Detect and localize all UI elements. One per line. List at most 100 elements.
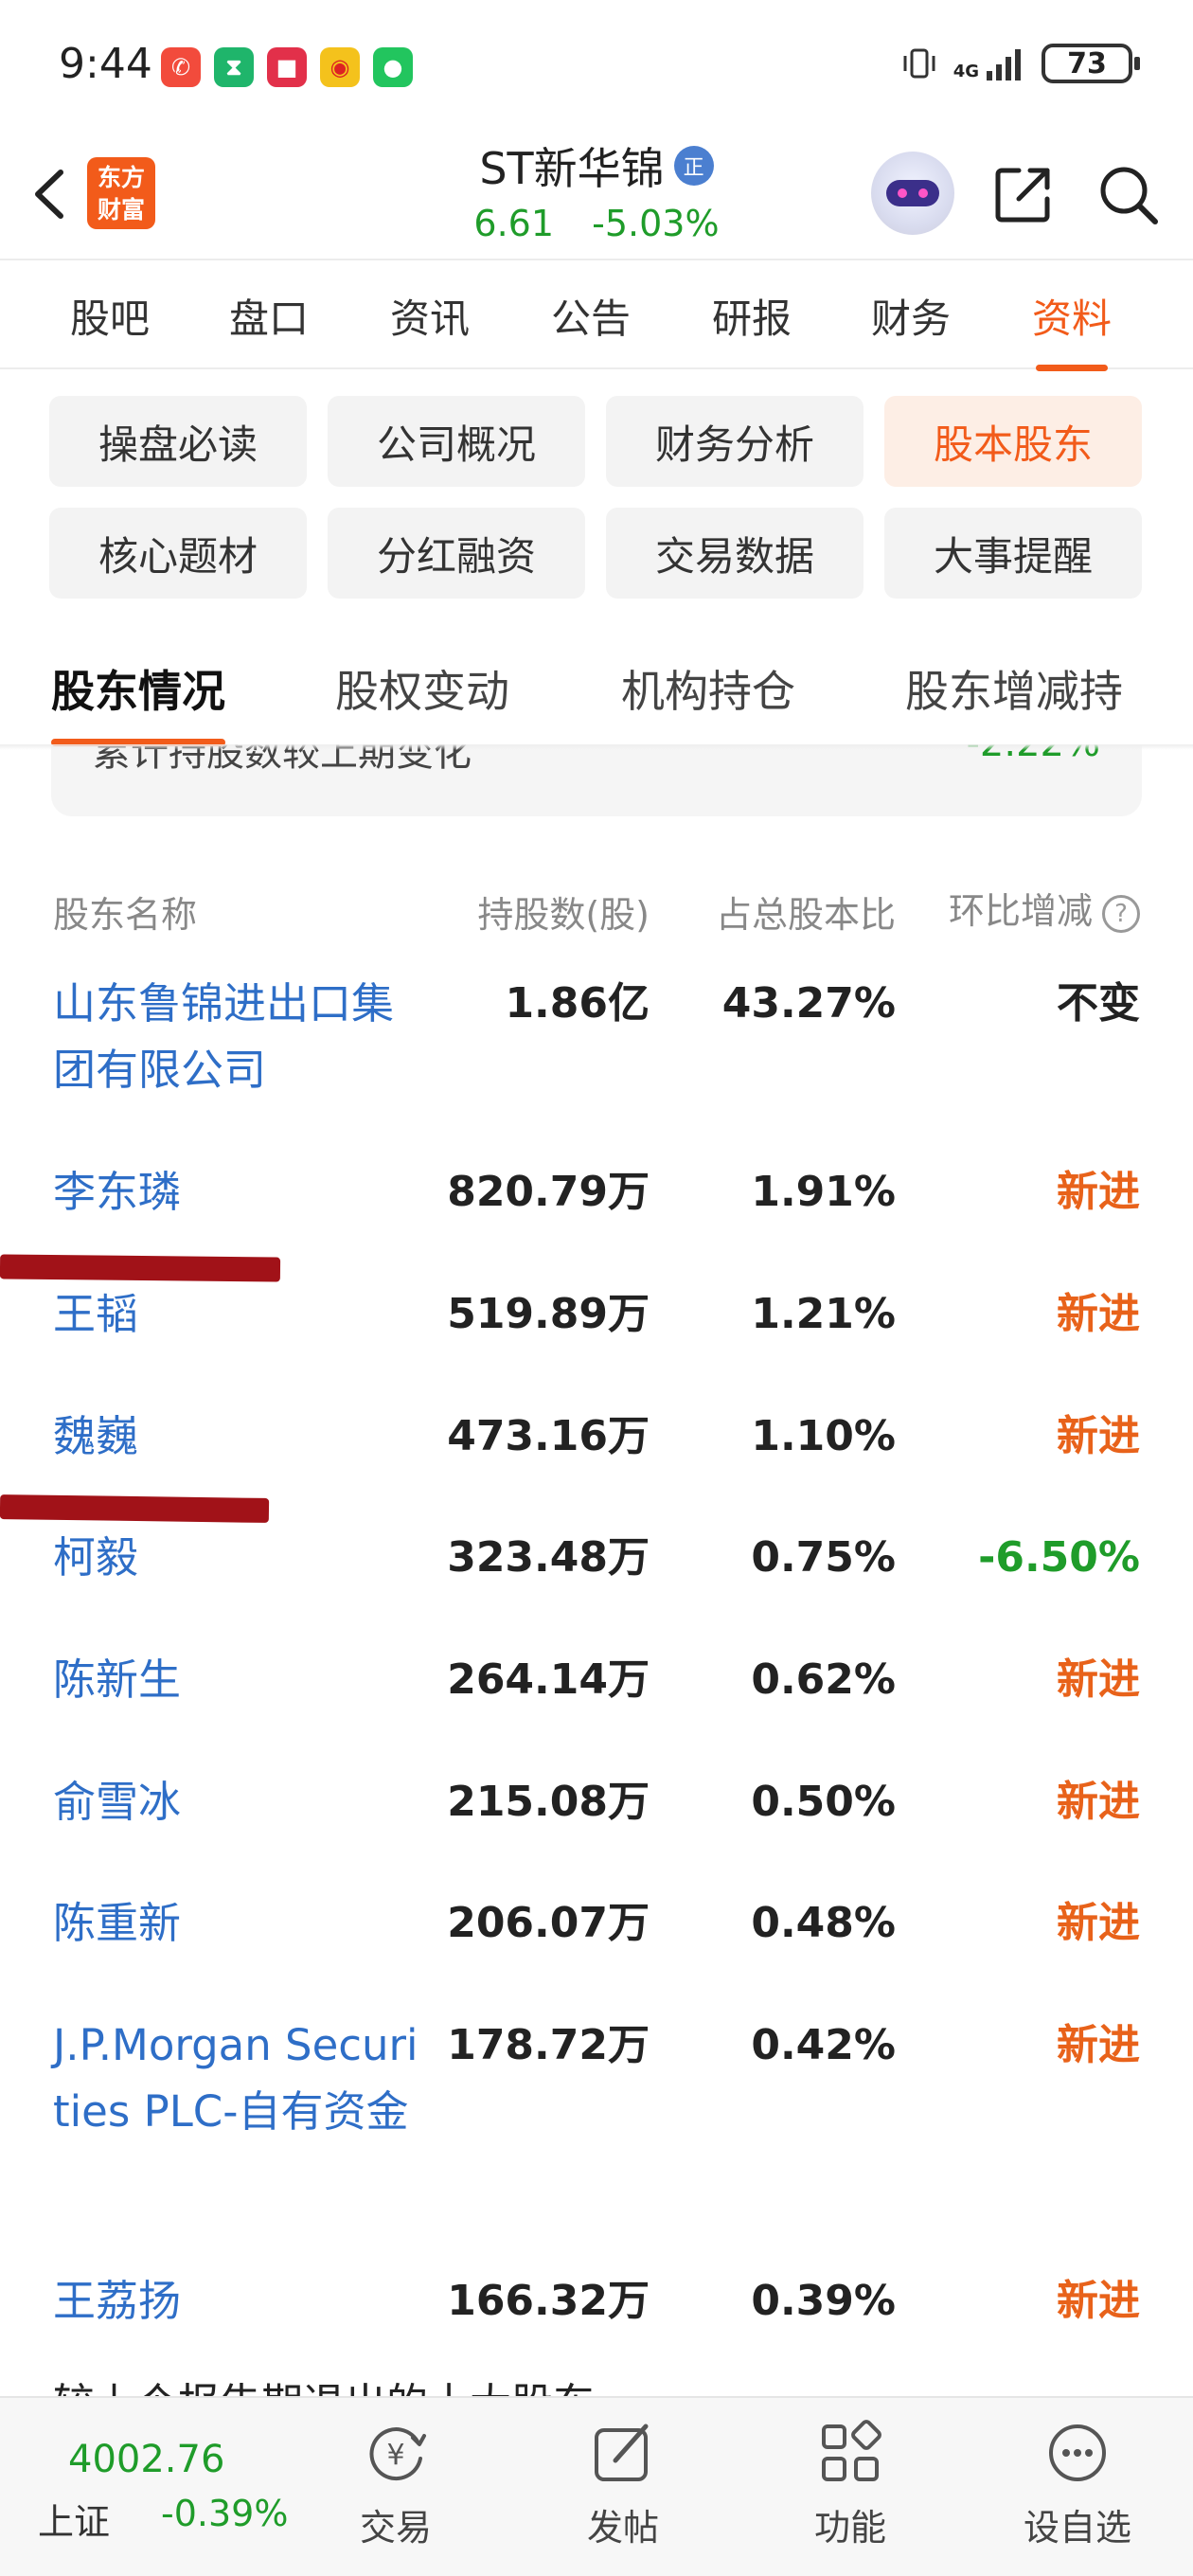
holder-ratio: 0.75% [751,1533,896,1582]
holder-ratio: 0.62% [751,1655,896,1704]
nav-functions[interactable]: 功能 [765,2417,935,2550]
hourglass-icon: ⧗ [214,47,254,87]
status-bar: 9:44 ✆ ⧗ ■ ◉ ● 4G 73 [0,0,1193,133]
holder-name[interactable]: 李东璘 [53,1159,413,1225]
holder-name[interactable]: 陈重新 [53,1890,413,1957]
holder-name[interactable]: 山东鲁锦进出口集团有限公司 [53,971,413,1103]
holder-shares: 473.16万 [447,1412,650,1460]
ai-assistant-robot-icon[interactable] [871,152,954,235]
col-header-shares: 持股数(股) [477,894,650,936]
subtab-holder-increase-decrease[interactable]: 股东增减持 [905,657,1123,720]
subtab-equity-changes[interactable]: 股权变动 [335,657,509,720]
stock-name: ST新华锦 [479,143,665,194]
share-icon[interactable] [990,161,1057,227]
bottom-bar: 4002.76 上证 -0.39% ¥ 交易 发帖 功能 设自选 [0,2396,1193,2576]
tab-announcements[interactable]: 公告 [551,287,631,345]
holder-ratio: 0.42% [751,2021,896,2069]
holder-ratio: 0.50% [751,1778,896,1826]
tab-pankou[interactable]: 盘口 [229,287,309,345]
battery-icon: 73 [1042,44,1140,83]
chip-trading-data[interactable]: 交易数据 [606,508,864,599]
wechat-icon: ● [373,47,413,87]
chip-financial-analysis[interactable]: 财务分析 [606,396,864,487]
holder-name[interactable]: 王韬 [53,1281,413,1348]
holder-name[interactable]: 柯毅 [53,1525,413,1591]
holder-change: 新进 [1057,1412,1140,1460]
chip-dividends-financing[interactable]: 分红融资 [328,508,585,599]
holder-ratio: 1.10% [751,1412,896,1460]
missed-call-icon: ✆ [161,47,201,87]
holder-change: 新进 [1057,1290,1140,1338]
holder-shares: 1.86亿 [505,979,650,1028]
status-time: 9:44 [59,40,152,88]
active-tab-indicator [1036,365,1108,371]
tab-guba[interactable]: 股吧 [70,287,150,345]
nav-post[interactable]: 发帖 [538,2417,708,2550]
weibo-icon: ◉ [320,47,360,87]
subtab-shareholders[interactable]: 股东情况 [51,657,225,746]
chip-major-events[interactable]: 大事提醒 [884,508,1142,599]
grid-apps-icon [822,2420,881,2481]
back-arrow-icon[interactable] [23,161,80,227]
index-name: 上证 [38,2501,111,2543]
stock-title-block: ST新华锦 正 6.61 -5.03% [398,134,795,244]
holder-change: 不变 [1057,979,1140,1028]
holder-ratio: 43.27% [721,979,896,1028]
shopping-app-icon: ■ [267,47,307,87]
index-value: 4002.76 [68,2438,225,2481]
holder-name[interactable]: 俞雪冰 [53,1769,413,1835]
holder-shares: 166.32万 [447,2277,650,2325]
section-title-partial: 较上个报告期退出的十大股东 [53,2368,905,2396]
verified-badge-icon: 正 [673,146,714,186]
tab-finance[interactable]: 财务 [871,287,951,345]
holder-change: 新进 [1057,2277,1140,2325]
holder-shares: 178.72万 [447,2021,650,2069]
index-change: -0.39% [161,2493,289,2534]
help-icon[interactable]: ? [1102,894,1140,933]
holder-name[interactable]: 陈新生 [53,1647,413,1713]
holder-name[interactable]: 魏巍 [53,1404,413,1470]
stock-price: 6.61 [473,203,555,244]
nav-add-watchlist[interactable]: 设自选 [992,2417,1163,2550]
holder-name[interactable]: J.P.Morgan Securities PLC-自有资金 [53,2012,422,2145]
col-header-change: 环比增减? [949,882,1140,934]
vibrate-icon [903,48,935,79]
holder-ratio: 1.21% [751,1290,896,1338]
chip-core-themes[interactable]: 核心题材 [49,508,307,599]
tab-profile[interactable]: 资料 [1032,287,1112,371]
holder-shares: 820.79万 [447,1168,650,1216]
chip-trading-must-read[interactable]: 操盘必读 [49,396,307,487]
notification-icons: ✆ ⧗ ■ ◉ ● [161,47,413,87]
holder-change: 新进 [1057,2021,1140,2069]
divider [0,744,1193,750]
eastmoney-logo[interactable]: 东方 财富 [87,157,155,229]
holder-ratio: 0.48% [751,1899,896,1947]
tab-news[interactable]: 资讯 [390,287,470,345]
edit-post-icon [595,2424,649,2481]
svg-text:¥: ¥ [386,2439,404,2472]
holder-ratio: 0.39% [751,2277,896,2325]
search-icon[interactable] [1095,161,1163,229]
holder-change: 新进 [1057,1655,1140,1704]
stock-change-pct: -5.03% [592,203,720,244]
holder-change: 新进 [1057,1778,1140,1826]
col-header-name: 股东名称 [53,894,198,936]
holder-shares: 264.14万 [447,1655,650,1704]
nav-trade[interactable]: ¥ 交易 [311,2417,481,2550]
main-tab-bar: 股吧 盘口 资讯 公告 研报 财务 资料 [0,260,1193,371]
holder-shares: 519.89万 [447,1290,650,1338]
holder-change: 新进 [1057,1168,1140,1216]
subtab-institutional-holdings[interactable]: 机构持仓 [621,657,795,720]
red-annotation-stroke [0,1254,281,1282]
holder-name[interactable]: 王荔扬 [53,2268,413,2334]
holder-ratio: 1.91% [751,1168,896,1216]
col-header-ratio: 占总股本比 [715,894,896,936]
chip-company-overview[interactable]: 公司概况 [328,396,585,487]
yuan-cycle-icon: ¥ [369,2427,426,2480]
holder-change: 新进 [1057,1899,1140,1947]
holder-shares: 215.08万 [447,1778,650,1826]
red-annotation-stroke [0,1494,270,1523]
tab-research[interactable]: 研报 [712,287,792,345]
chip-share-capital-holders[interactable]: 股本股东 [884,396,1142,487]
shareholder-sub-tabs: 股东情况 股权变动 机构持仓 股东增减持 [0,644,1193,746]
